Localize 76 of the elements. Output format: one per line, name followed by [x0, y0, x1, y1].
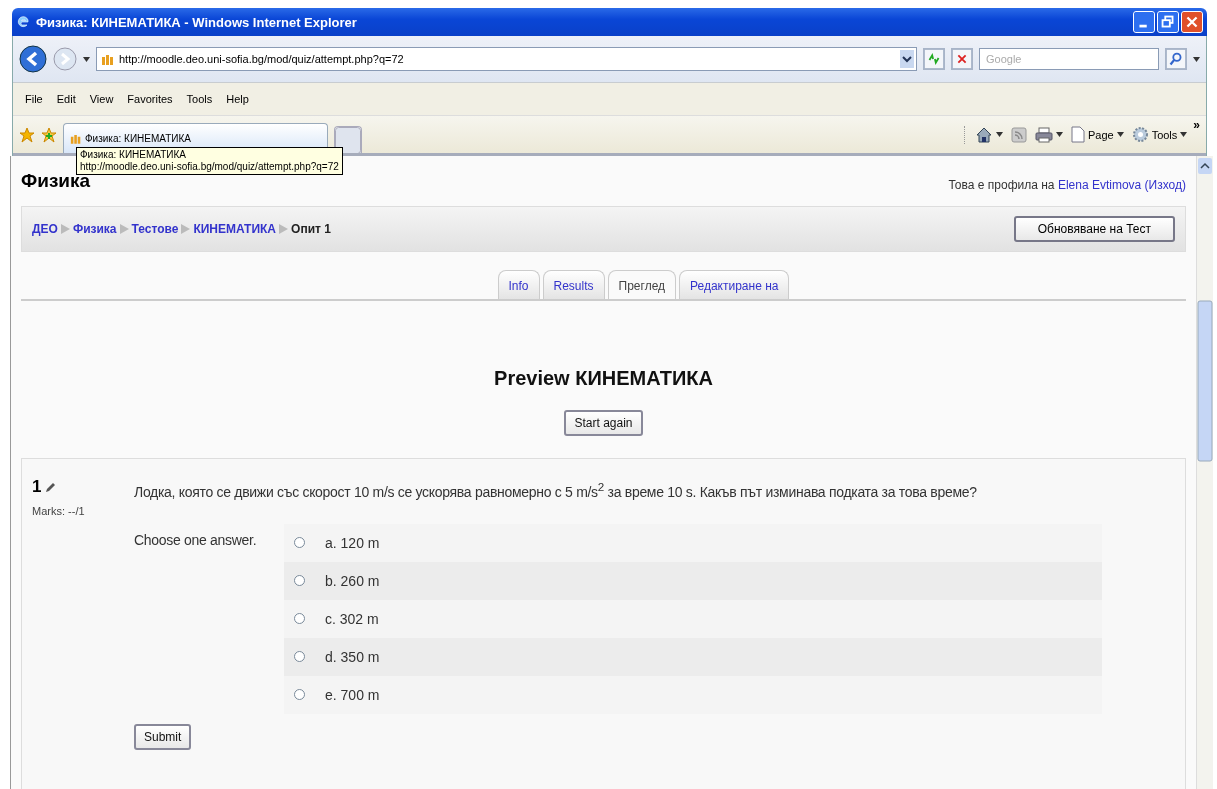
tab[interactable]: Редактиране на — [679, 270, 790, 299]
gear-icon[interactable] — [1131, 126, 1149, 143]
tab-title: Физика: КИНЕМАТИКА — [85, 133, 191, 144]
radio-button[interactable] — [294, 537, 305, 549]
menu-item[interactable]: File — [25, 93, 43, 105]
dropdown-caret-icon[interactable] — [1193, 56, 1200, 62]
breadcrumb-arrow-icon — [60, 224, 70, 234]
restore-button[interactable] — [1157, 11, 1179, 33]
update-quiz-button[interactable]: Обновяване на Тест — [1013, 216, 1175, 242]
dropdown-caret-icon[interactable] — [83, 56, 90, 62]
answer-prompt: Choose one answer. — [134, 530, 258, 550]
breadcrumb-link[interactable]: Физика — [72, 222, 117, 236]
user-link[interactable]: Elena Evtimova — [1057, 178, 1142, 192]
marks-text: Marks: --/1 — [32, 505, 86, 517]
answer-option[interactable]: d. 350 m — [325, 648, 380, 665]
logout-link[interactable]: (Изход) — [1144, 178, 1186, 192]
answer-option[interactable]: c. 302 m — [325, 610, 379, 627]
menu-item[interactable]: Favorites — [127, 93, 173, 105]
breadcrumb-link[interactable]: КИНЕМАТИКА — [193, 222, 277, 236]
dropdown-caret-icon[interactable] — [995, 132, 1003, 137]
star-plus-icon[interactable] — [41, 126, 57, 143]
radio-button[interactable] — [294, 651, 305, 663]
breadcrumb-arrow-icon — [279, 224, 289, 234]
menu-item[interactable]: Help — [226, 93, 249, 105]
answer-option[interactable]: b. 260 m — [325, 572, 380, 589]
menu-item[interactable]: Edit — [56, 93, 76, 105]
breadcrumb-link[interactable]: ДЕО — [32, 222, 58, 236]
refresh-button[interactable] — [923, 48, 945, 70]
answer-option[interactable]: a. 120 m — [325, 534, 380, 551]
browser-logo-icon — [16, 14, 30, 30]
page-heading: Preview КИНЕМАТИКА — [493, 367, 714, 390]
more-commands[interactable]: » — [1193, 118, 1200, 132]
breadcrumb-arrow-icon — [119, 224, 129, 234]
site-favicon-icon — [101, 53, 115, 65]
tooltip-url: http://moodle.deo.uni-sofia.bg/mod/quiz/attempt.php?q=72 — [80, 161, 339, 173]
menu-item[interactable]: View — [89, 93, 114, 105]
search-field[interactable]: Google — [979, 48, 1159, 70]
printer-icon[interactable] — [1034, 126, 1053, 143]
site-title: Физика — [21, 170, 91, 192]
dropdown-caret-icon[interactable] — [1180, 132, 1188, 137]
menu-item[interactable]: Tools — [186, 93, 213, 105]
scrollbar[interactable] — [1196, 156, 1213, 789]
breadcrumb-arrow-icon — [181, 224, 191, 234]
radio-button[interactable] — [294, 613, 305, 625]
home-icon[interactable] — [974, 125, 993, 144]
back-button[interactable] — [19, 45, 47, 73]
forward-button[interactable] — [53, 47, 77, 71]
minimize-button[interactable] — [1133, 11, 1155, 33]
site-favicon-icon — [70, 133, 82, 144]
page-icon[interactable] — [1070, 126, 1085, 143]
pencil-icon[interactable] — [45, 481, 56, 493]
breadcrumb-current: Опит 1 — [291, 222, 331, 236]
address-field[interactable]: http://moodle.deo.uni-sofia.bg/mod/quiz/attempt.php?q=72 — [96, 47, 917, 71]
search-button[interactable] — [1165, 48, 1187, 70]
start-again-button[interactable]: Start again — [564, 410, 643, 436]
command-menu[interactable]: Page — [1070, 126, 1124, 143]
breadcrumb-link[interactable]: Тестове — [131, 222, 179, 236]
login-text: Това е профила на — [948, 178, 1055, 192]
stop-button[interactable] — [951, 48, 973, 70]
submit-button[interactable]: Submit — [134, 723, 192, 750]
dropdown-caret-icon[interactable] — [1055, 132, 1063, 137]
window-title: Физика: КИНЕМАТИКА - Windows Internet Explorer — [36, 14, 358, 30]
dropdown-caret-icon[interactable] — [1116, 132, 1124, 137]
close-button[interactable] — [1181, 11, 1203, 33]
command-menu[interactable]: Tools — [1131, 126, 1188, 143]
radio-button[interactable] — [294, 689, 305, 701]
dropdown-caret-icon[interactable] — [900, 50, 914, 68]
feed-icon[interactable] — [1010, 126, 1027, 143]
radio-button[interactable] — [294, 575, 305, 587]
question-number: 1 — [32, 477, 42, 497]
question-text: Лодка, която се движи със скорост 10 m/s се ускорява равномерно с 5 m/s$^{2}$ за време 10 s. Какъв път изминава подката за това време? — [134, 479, 978, 502]
tab[interactable]: Results — [542, 270, 605, 299]
tab[interactable]: Преглед — [607, 270, 677, 299]
tab[interactable]: Info — [497, 270, 540, 299]
star-icon[interactable] — [19, 126, 35, 143]
answer-option[interactable]: e. 700 m — [325, 686, 380, 703]
